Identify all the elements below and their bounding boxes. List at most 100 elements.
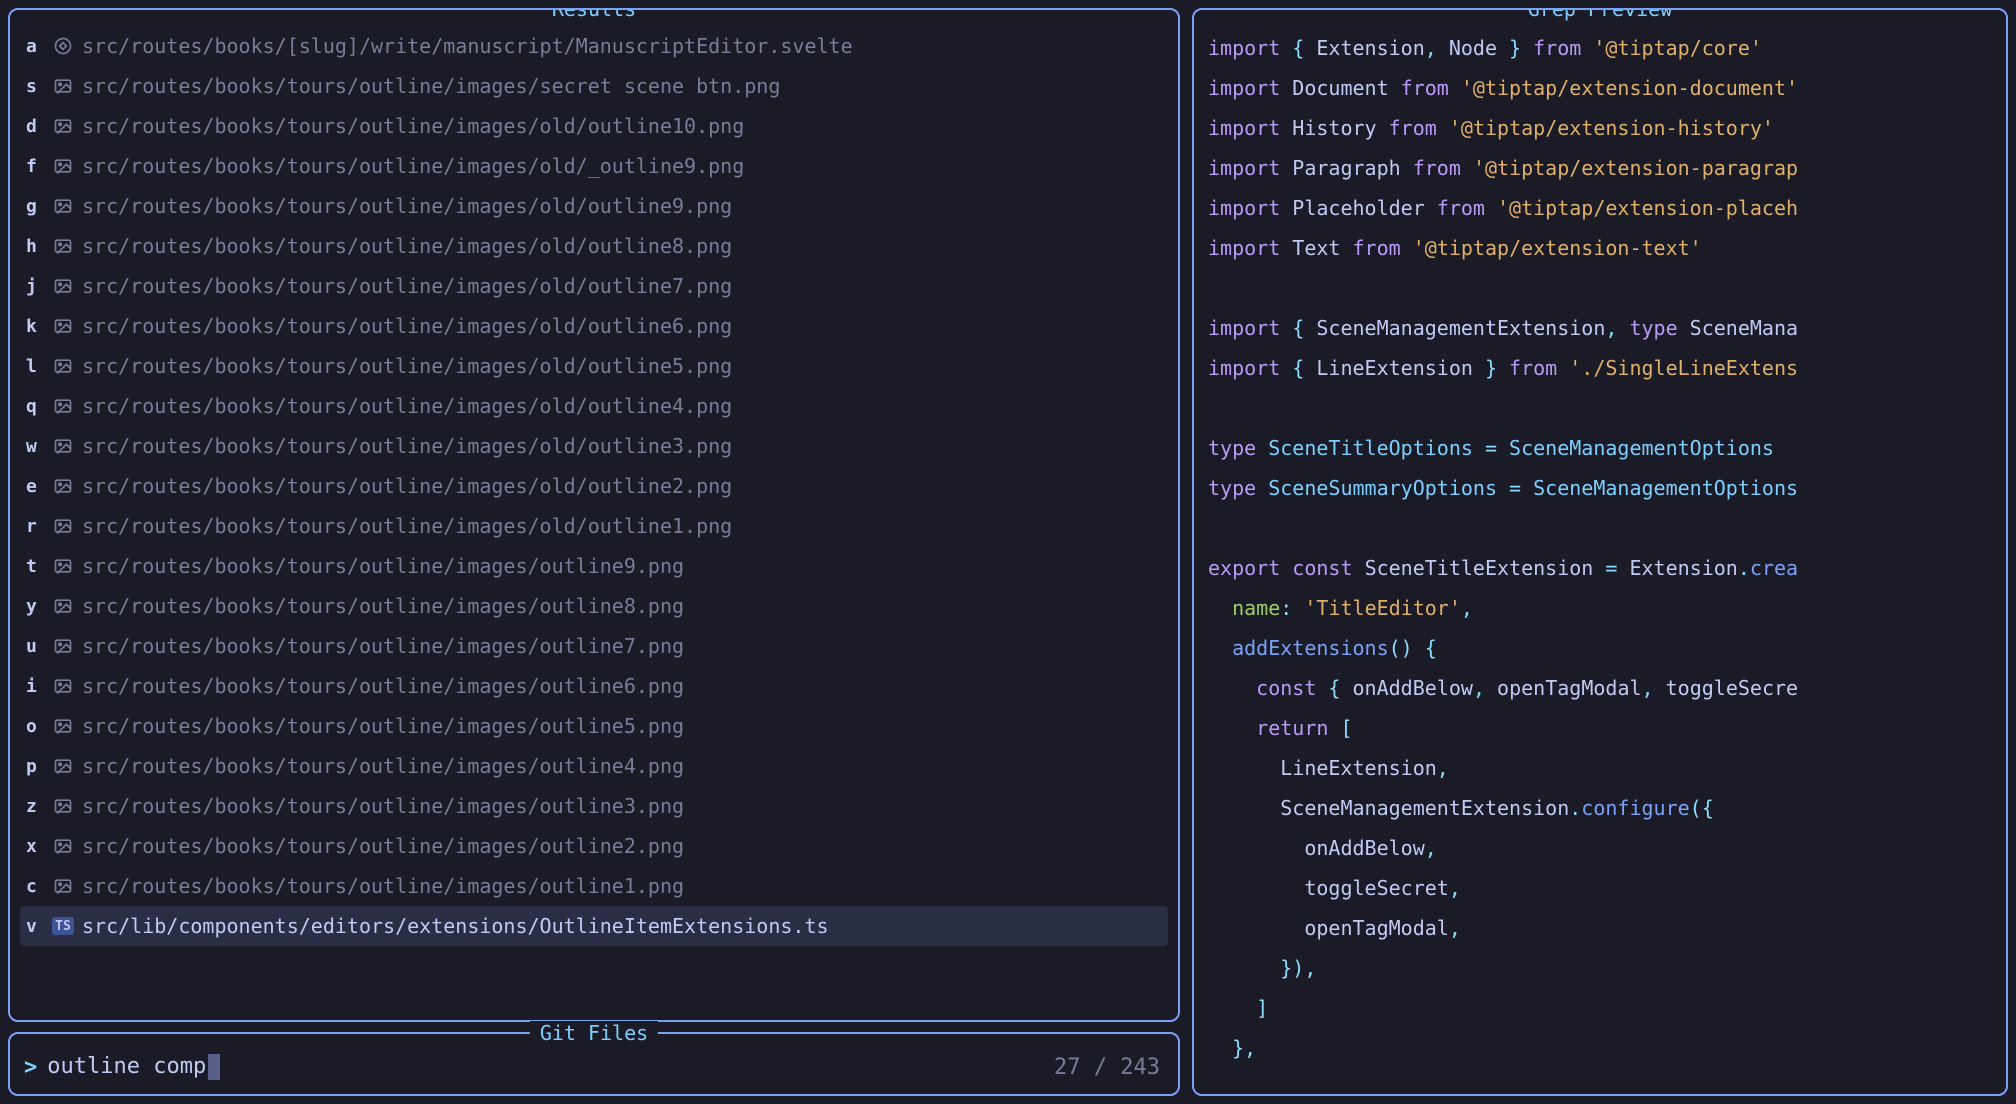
result-row[interactable]: z src/routes/books/tours/outline/images/o… (20, 786, 1168, 826)
gitfiles-title: Git Files (530, 1021, 658, 1045)
key-label: r (26, 516, 44, 537)
result-row[interactable]: p src/routes/books/tours/outline/images/o… (20, 746, 1168, 786)
key-label: u (26, 636, 44, 657)
key-label: h (26, 236, 44, 257)
key-label: e (26, 476, 44, 497)
key-label: z (26, 796, 44, 817)
prompt-char: > (24, 1055, 37, 1080)
file-path: src/routes/books/tours/outline/images/ol… (82, 354, 732, 378)
image-icon (52, 155, 74, 177)
key-label: o (26, 716, 44, 737)
file-path: src/routes/books/tours/outline/images/ou… (82, 834, 684, 858)
image-icon (52, 795, 74, 817)
key-label: w (26, 436, 44, 457)
result-row[interactable]: jsrc/routes/books/tours/outline/images/o… (20, 266, 1168, 306)
key-label: i (26, 676, 44, 697)
key-label: a (26, 36, 44, 57)
result-row[interactable]: t src/routes/books/tours/outline/images/o… (20, 546, 1168, 586)
key-label: c (26, 876, 44, 897)
image-icon (52, 515, 74, 537)
preview-title: Grep Preview (1518, 8, 1683, 21)
file-path: src/routes/books/tours/outline/images/ol… (82, 154, 744, 178)
image-icon (52, 475, 74, 497)
file-path: src/routes/books/tours/outline/images/ou… (82, 634, 684, 658)
image-icon (52, 835, 74, 857)
image-icon (52, 675, 74, 697)
gitfiles-panel: Git Files > outline comp 27 / 243 (8, 1032, 1180, 1096)
key-label: p (26, 756, 44, 777)
file-path: src/routes/books/tours/outline/images/ol… (82, 194, 732, 218)
results-title: Results (542, 8, 646, 21)
results-list[interactable]: a src/routes/books/[slug]/write/manuscrip… (20, 26, 1168, 946)
file-path: src/lib/components/editors/extensions/Ou… (82, 914, 829, 938)
file-path: src/routes/books/tours/outline/images/ou… (82, 554, 684, 578)
file-path: src/routes/books/tours/outline/images/ol… (82, 114, 744, 138)
file-path: src/routes/books/tours/outline/images/ol… (82, 434, 732, 458)
search-row[interactable]: > outline comp 27 / 243 (24, 1054, 1164, 1080)
file-path: src/routes/books/tours/outline/images/ol… (82, 474, 732, 498)
file-path: src/routes/books/tours/outline/images/ou… (82, 714, 684, 738)
result-row[interactable]: qsrc/routes/books/tours/outline/images/o… (20, 386, 1168, 426)
image-icon (52, 555, 74, 577)
result-row[interactable]: f src/routes/books/tours/outline/images/o… (20, 146, 1168, 186)
file-path: src/routes/books/tours/outline/images/se… (82, 74, 780, 98)
result-row[interactable]: d src/routes/books/tours/outline/images/o… (20, 106, 1168, 146)
image-icon (52, 315, 74, 337)
result-row[interactable]: y src/routes/books/tours/outline/images/o… (20, 586, 1168, 626)
image-icon (52, 75, 74, 97)
image-icon (52, 595, 74, 617)
result-row[interactable]: s src/routes/books/tours/outline/images/s… (20, 66, 1168, 106)
result-row[interactable]: i src/routes/books/tours/outline/images/o… (20, 666, 1168, 706)
key-label: q (26, 396, 44, 417)
image-icon (52, 115, 74, 137)
file-path: src/routes/books/tours/outline/images/ou… (82, 754, 684, 778)
image-icon (52, 635, 74, 657)
file-path: src/routes/books/tours/outline/images/ol… (82, 234, 732, 258)
image-icon (52, 395, 74, 417)
result-row[interactable]: a src/routes/books/[slug]/write/manuscrip… (20, 26, 1168, 66)
image-icon (52, 755, 74, 777)
key-label: y (26, 596, 44, 617)
results-panel: Results a src/routes/books/[slug]/write/m… (8, 8, 1180, 1022)
image-icon (52, 715, 74, 737)
result-row[interactable]: k src/routes/books/tours/outline/images/o… (20, 306, 1168, 346)
search-input[interactable]: outline comp (47, 1054, 1044, 1080)
result-row[interactable]: u src/routes/books/tours/outline/images/o… (20, 626, 1168, 666)
image-icon (52, 875, 74, 897)
file-path: src/routes/books/[slug]/write/manuscript… (82, 34, 853, 58)
file-path: src/routes/books/tours/outline/images/ol… (82, 314, 732, 338)
file-path: src/routes/books/tours/outline/images/ol… (82, 514, 732, 538)
search-count: 27 / 243 (1054, 1055, 1160, 1080)
result-row[interactable]: w src/routes/books/tours/outline/images/o… (20, 426, 1168, 466)
preview-panel: Grep Preview import { Extension, Node } … (1192, 8, 2008, 1096)
result-row[interactable]: x src/routes/books/tours/outline/images/o… (20, 826, 1168, 866)
result-row[interactable]: h src/routes/books/tours/outline/images/o… (20, 226, 1168, 266)
key-label: d (26, 116, 44, 137)
key-label: x (26, 836, 44, 857)
result-row[interactable]: e src/routes/books/tours/outline/images/o… (20, 466, 1168, 506)
file-path: src/routes/books/tours/outline/images/ou… (82, 794, 684, 818)
image-icon (52, 195, 74, 217)
cursor (208, 1054, 220, 1080)
file-path: src/routes/books/tours/outline/images/ou… (82, 594, 684, 618)
image-icon (52, 435, 74, 457)
svelte-icon (52, 35, 74, 57)
result-row[interactable]: g src/routes/books/tours/outline/images/o… (20, 186, 1168, 226)
result-row[interactable]: vTSsrc/lib/components/editors/extensions… (20, 906, 1168, 946)
key-label: t (26, 556, 44, 577)
ts-icon: TS (52, 915, 74, 937)
result-row[interactable]: o src/routes/books/tours/outline/images/o… (20, 706, 1168, 746)
key-label: s (26, 76, 44, 97)
image-icon (52, 275, 74, 297)
file-path: src/routes/books/tours/outline/images/ou… (82, 674, 684, 698)
file-path: src/routes/books/tours/outline/images/ou… (82, 874, 684, 898)
key-label: j (26, 276, 44, 297)
key-label: l (26, 356, 44, 377)
image-icon (52, 235, 74, 257)
key-label: f (26, 156, 44, 177)
result-row[interactable]: c src/routes/books/tours/outline/images/o… (20, 866, 1168, 906)
key-label: k (26, 316, 44, 337)
result-row[interactable]: l src/routes/books/tours/outline/images/o… (20, 346, 1168, 386)
key-label: g (26, 196, 44, 217)
result-row[interactable]: r src/routes/books/tours/outline/images/o… (20, 506, 1168, 546)
